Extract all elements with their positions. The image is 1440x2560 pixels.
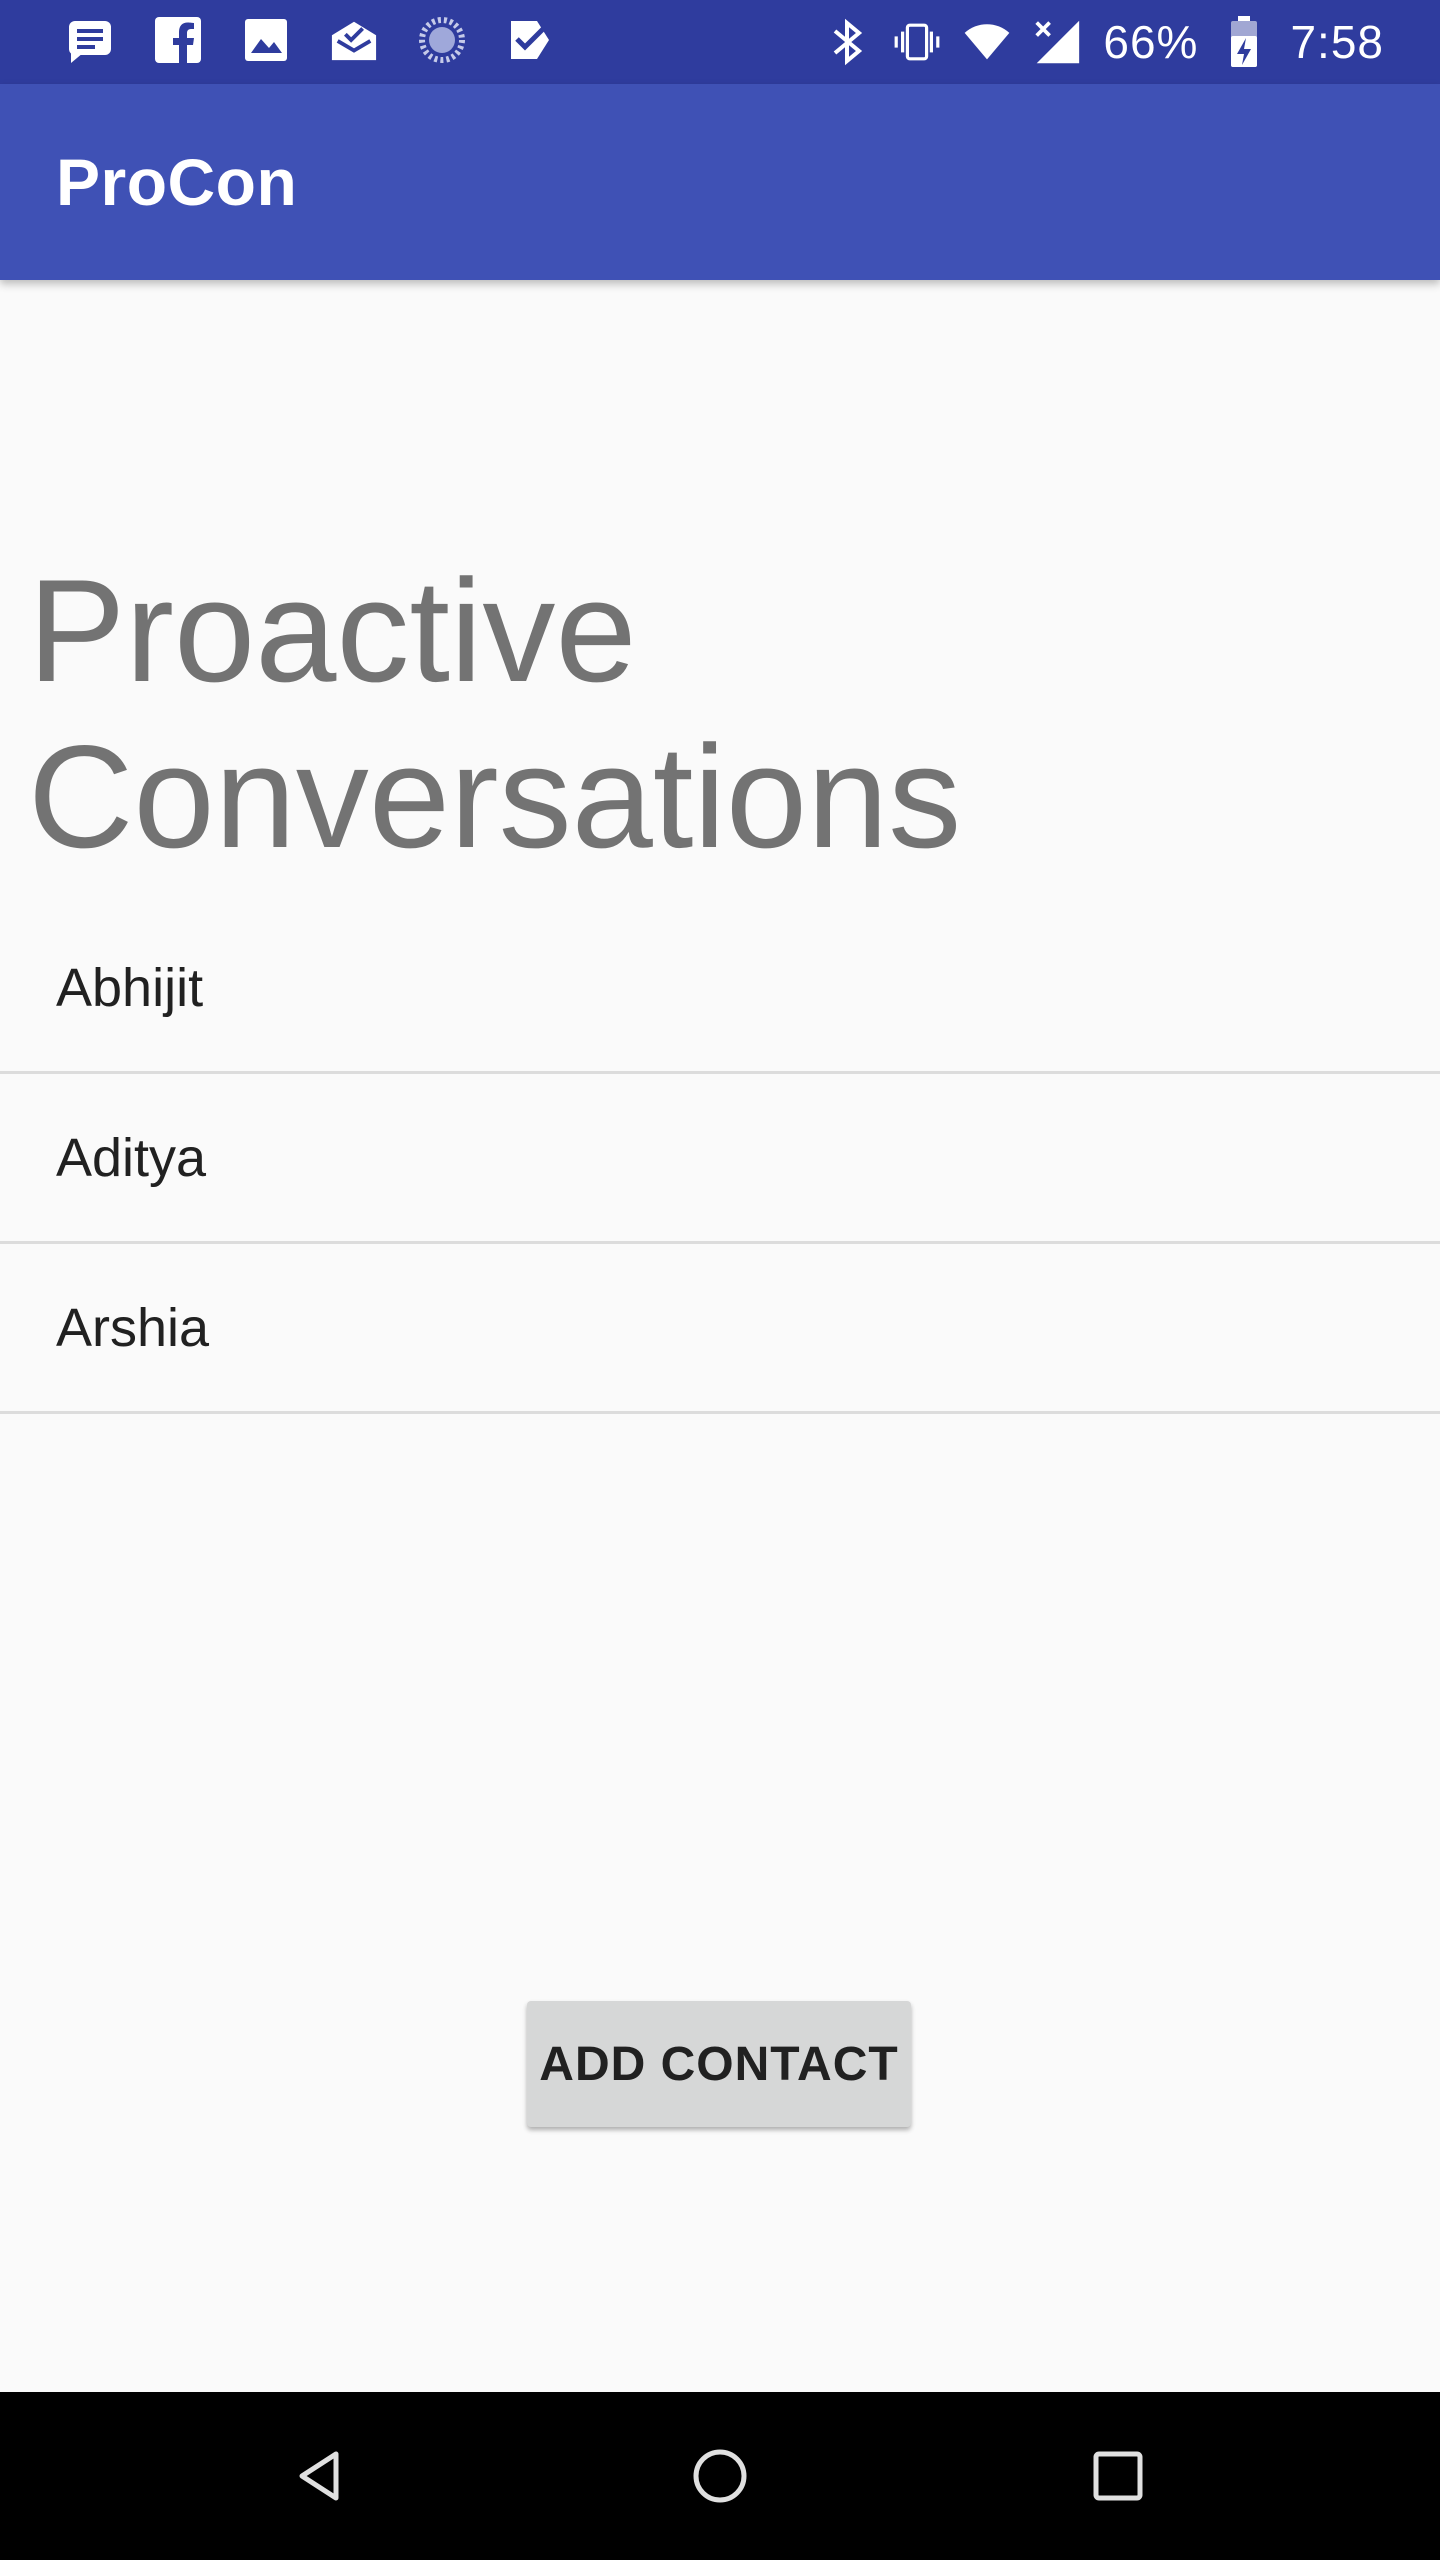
signal-icon xyxy=(1033,18,1081,66)
add-contact-button[interactable]: ADD CONTACT xyxy=(527,2001,911,2127)
battery-icon xyxy=(1220,16,1268,67)
page-heading: Proactive Conversations xyxy=(28,548,1408,880)
navigation-bar xyxy=(0,2392,1440,2560)
status-bar: 66% 7:58 xyxy=(0,0,1440,84)
app-bar: ProCon xyxy=(0,84,1440,280)
contact-name: Aditya xyxy=(56,1127,207,1188)
message-icon xyxy=(66,16,114,64)
back-icon[interactable] xyxy=(282,2436,362,2516)
facebook-icon xyxy=(154,16,202,64)
app-title: ProCon xyxy=(56,145,298,219)
contact-list: Abhijit Aditya Arshia xyxy=(0,904,1440,1414)
home-icon[interactable] xyxy=(680,2436,760,2516)
bluetooth-icon xyxy=(823,18,871,66)
heading-line-1: Proactive xyxy=(28,549,637,712)
contact-name: Abhijit xyxy=(56,957,204,1018)
mail-icon xyxy=(330,16,378,64)
contact-item-abhijit[interactable]: Abhijit xyxy=(0,904,1440,1074)
wifi-icon xyxy=(963,18,1011,66)
loading-icon xyxy=(418,16,466,64)
heading-line-2: Conversations xyxy=(28,715,962,878)
clock: 7:58 xyxy=(1290,16,1384,68)
check-icon xyxy=(506,16,554,64)
contact-name: Arshia xyxy=(56,1297,210,1358)
system-status: 66% 7:58 xyxy=(823,12,1384,72)
contact-item-arshia[interactable]: Arshia xyxy=(0,1244,1440,1414)
battery-percent: 66% xyxy=(1103,16,1199,68)
contact-item-aditya[interactable]: Aditya xyxy=(0,1074,1440,1244)
vibrate-icon xyxy=(893,18,941,66)
notification-icons xyxy=(66,16,554,64)
image-icon xyxy=(242,16,290,64)
recents-icon[interactable] xyxy=(1078,2436,1158,2516)
